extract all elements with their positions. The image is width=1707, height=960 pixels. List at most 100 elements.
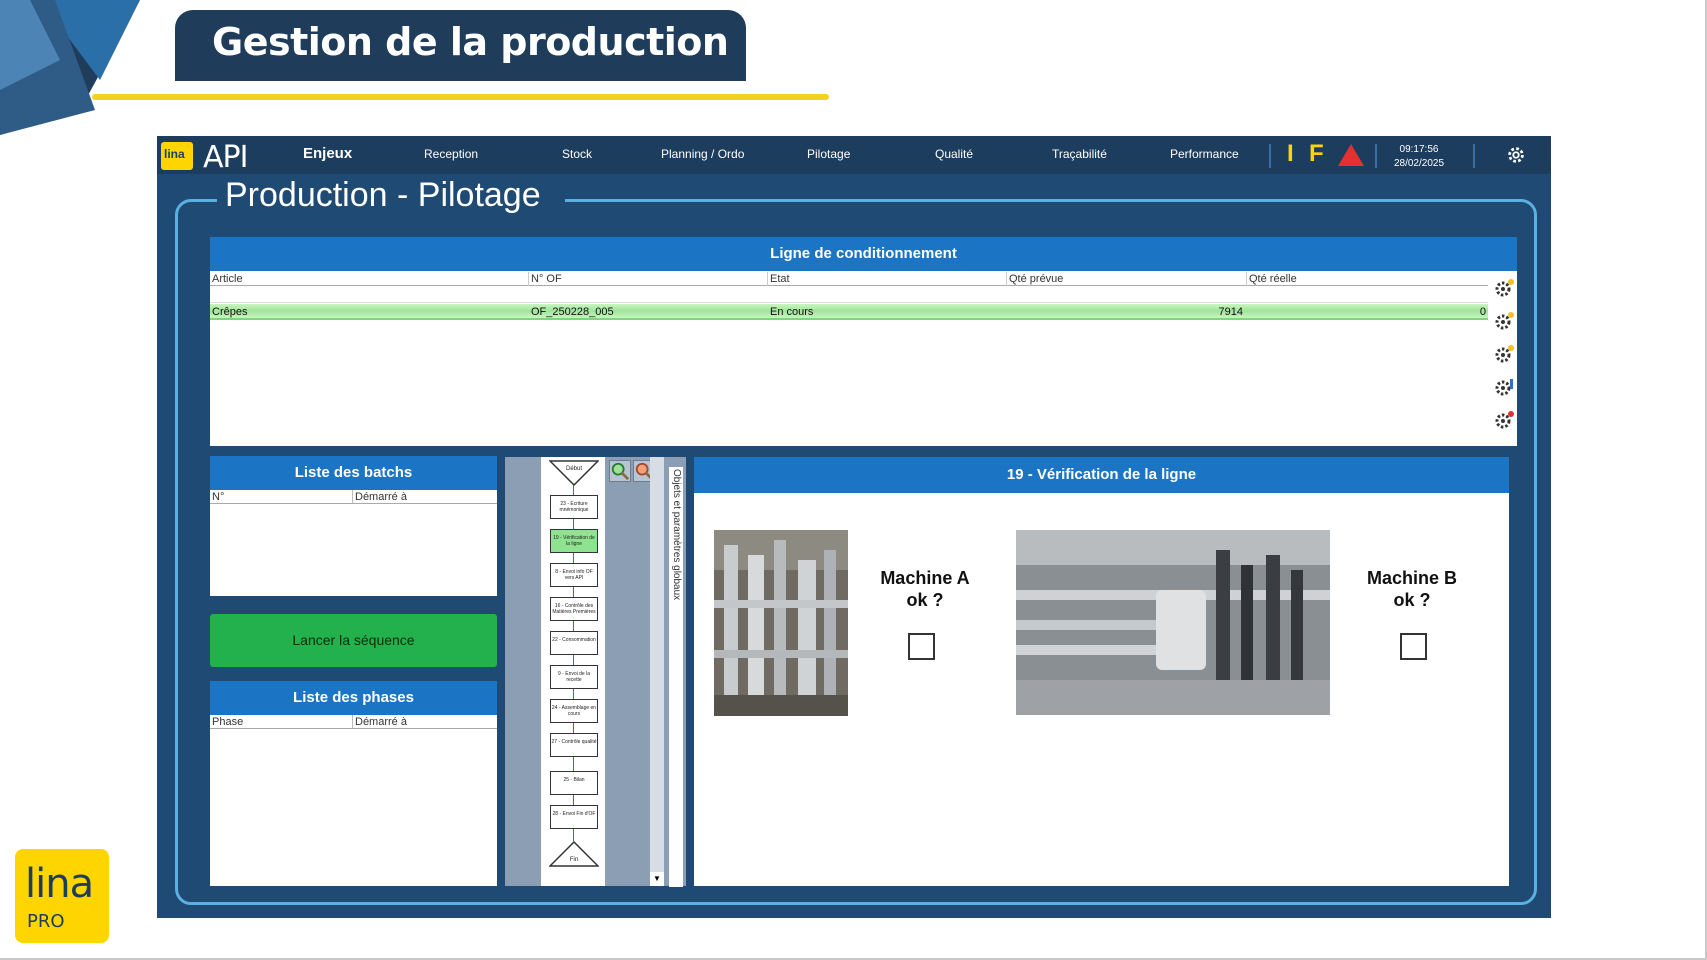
api-logo: API: [203, 140, 248, 175]
flowchart-toolbar: [605, 487, 647, 886]
flow-connector: [573, 553, 574, 563]
flow-step[interactable]: 25 - Bilan: [550, 771, 598, 795]
lina-logo-pro: PRO: [27, 911, 65, 932]
machine-a-label: Machine A ok ?: [870, 567, 980, 611]
zoom-in-icon[interactable]: [609, 460, 631, 482]
flow-connector: [573, 829, 574, 841]
line-grid-header: Article N° OF Etat Qté prévue Qté réelle: [210, 272, 1488, 286]
global-objects-tab[interactable]: Objets et paramètres globaux: [669, 467, 683, 887]
machine-b-checkbox[interactable]: [1400, 633, 1427, 660]
app-window: lina API Enjeux Reception Stock Planning…: [157, 136, 1551, 918]
line-panel-title: Ligne de conditionnement: [210, 237, 1517, 271]
flow-connector: [573, 587, 574, 597]
scroll-down-arrow-icon[interactable]: ▼: [650, 872, 664, 886]
nav-pilotage[interactable]: Pilotage: [807, 147, 850, 161]
flow-step[interactable]: 16 - Contrôle des Matières Premières: [550, 597, 598, 621]
settings-gear-icon[interactable]: [1505, 144, 1527, 166]
launch-sequence-button[interactable]: Lancer la séquence: [210, 614, 497, 667]
cell-qte-reelle: 0: [1479, 306, 1486, 318]
line-grid-filter-row[interactable]: [210, 287, 1488, 303]
nav-performance[interactable]: Performance: [1170, 147, 1239, 161]
slide-title: Gestion de la production: [212, 20, 729, 64]
gear-start-icon[interactable]: [1493, 277, 1515, 299]
table-row[interactable]: Crêpes OF_250228_005 En cours 7914 0: [210, 304, 1488, 320]
gear-stop-icon[interactable]: [1493, 409, 1515, 431]
indicator-f[interactable]: F: [1309, 140, 1324, 168]
flow-end-label: Fin: [570, 857, 578, 863]
machine-a-label-line2: ok ?: [906, 590, 944, 610]
flow-end-shape[interactable]: Fin: [549, 841, 599, 867]
page-title: Production - Pilotage: [217, 176, 565, 215]
flow-step[interactable]: 28 - Envoi Fin d'OF: [550, 805, 598, 829]
col-of[interactable]: N° OF: [529, 272, 768, 286]
flow-step[interactable]: 22 - Consommation: [550, 631, 598, 655]
title-underline: [92, 94, 829, 100]
col-phase-started[interactable]: Démarré à: [353, 715, 497, 728]
gear-info-icon[interactable]: [1493, 376, 1515, 398]
flow-start-shape[interactable]: Début: [549, 460, 599, 486]
gear-pause-icon[interactable]: [1493, 310, 1515, 332]
machine-b-label-line2: ok ?: [1393, 590, 1431, 610]
slide: Gestion de la production lina PRO lina A…: [0, 0, 1707, 960]
flow-step[interactable]: 9 - Envoi de la recette: [550, 665, 598, 689]
flow-step[interactable]: 24 - Assemblage en cours: [550, 699, 598, 723]
batch-list-title: Liste des batchs: [210, 456, 497, 490]
clock-time: 09:17:56: [1399, 144, 1439, 155]
col-phase[interactable]: Phase: [210, 715, 353, 728]
nav-qualite[interactable]: Qualité: [935, 147, 973, 161]
nav-stock[interactable]: Stock: [562, 147, 592, 161]
col-batch-started[interactable]: Démarré à: [353, 490, 497, 503]
phase-list-title: Liste des phases: [210, 681, 497, 715]
verification-title: 19 - Vérification de la ligne: [694, 457, 1509, 493]
nav-reception[interactable]: Reception: [424, 147, 478, 161]
cell-etat: En cours: [770, 306, 814, 318]
line-panel: Ligne de conditionnement Article N° OF E…: [210, 237, 1517, 446]
sequence-flowchart: Début 23 - Ecriture mnémonique 19 - Véri…: [505, 457, 686, 887]
cell-article: Crêpes: [212, 306, 248, 318]
line-action-buttons: [1493, 277, 1515, 442]
machine-b-photo: [1016, 530, 1330, 715]
col-batch-number[interactable]: N°: [210, 490, 353, 503]
flowchart-scrollbar[interactable]: [650, 457, 664, 886]
nav-tracabilite[interactable]: Traçabilité: [1052, 147, 1107, 161]
gear-resume-icon[interactable]: [1493, 343, 1515, 365]
phase-list-header: Phase Démarré à: [210, 715, 497, 729]
flowchart-canvas[interactable]: Début 23 - Ecriture mnémonique 19 - Véri…: [541, 457, 605, 886]
clock-date: 28/02/2025: [1393, 158, 1445, 169]
machine-a-label-line1: Machine A: [880, 568, 970, 588]
flow-step[interactable]: 23 - Ecriture mnémonique: [550, 495, 598, 519]
lina-small-logo-text: lina: [164, 147, 185, 161]
alert-icon[interactable]: [1337, 143, 1365, 167]
machine-a-checkbox[interactable]: [908, 633, 935, 660]
col-article[interactable]: Article: [210, 272, 529, 286]
col-etat[interactable]: Etat: [768, 272, 1007, 286]
cell-qte-prevue: 7914: [1218, 306, 1243, 318]
col-qte-reelle[interactable]: Qté réelle: [1247, 272, 1488, 286]
col-qte-prevue[interactable]: Qté prévue: [1007, 272, 1247, 286]
phase-list-panel: Liste des phases Phase Démarré à: [210, 681, 497, 886]
batch-list-header: N° Démarré à: [210, 490, 497, 504]
flow-connector: [573, 655, 574, 665]
global-objects-label: Objets et paramètres globaux: [671, 469, 682, 601]
lina-small-logo[interactable]: lina: [161, 142, 193, 170]
nav-planning-ordo[interactable]: Planning / Ordo: [661, 147, 744, 161]
indicator-i[interactable]: I: [1287, 140, 1294, 168]
batch-list-panel: Liste des batchs N° Démarré à: [210, 456, 497, 596]
flow-step-active[interactable]: 19 - Vérification de la ligne: [550, 529, 598, 553]
flow-connector: [573, 723, 574, 733]
topbar-separator: [1375, 144, 1377, 168]
flow-start-label: Début: [566, 466, 582, 472]
flow-connector: [573, 689, 574, 699]
top-navigation-bar: lina API Enjeux Reception Stock Planning…: [157, 136, 1551, 175]
flow-step[interactable]: 27 - Contrôle qualité: [550, 733, 598, 757]
flow-step[interactable]: 8 - Envoi info OF vers API: [550, 563, 598, 587]
nav-enjeux[interactable]: Enjeux: [303, 145, 352, 162]
verification-panel: 19 - Vérification de la ligne Machine A …: [694, 457, 1509, 886]
clock: 09:17:56 28/02/2025: [1389, 143, 1449, 171]
machine-a-photo: [714, 530, 848, 716]
flow-connector: [573, 485, 574, 495]
topbar-separator: [1269, 144, 1271, 168]
machine-b-label-line1: Machine B: [1366, 568, 1458, 588]
flow-connector: [573, 621, 574, 631]
topbar-separator: [1473, 144, 1475, 168]
